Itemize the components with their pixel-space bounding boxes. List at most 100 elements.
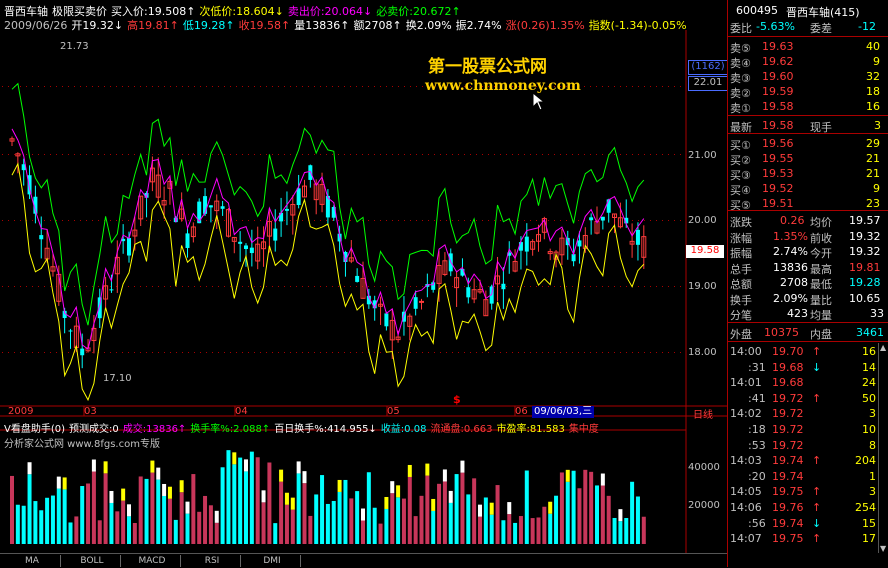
volume-bar xyxy=(559,472,564,544)
xianshou-value: 3 xyxy=(874,119,881,132)
latest-value: 19.58 xyxy=(762,119,794,132)
candle-body xyxy=(127,238,131,256)
volume-bar xyxy=(308,515,313,544)
volume-bar xyxy=(565,481,570,544)
stat-row: 总额 2708 最低 19.28 xyxy=(728,275,888,291)
down-arrow-icon: ↓ xyxy=(812,516,822,530)
volume-bar xyxy=(583,469,588,544)
tab-boll[interactable]: BOLL xyxy=(64,555,121,567)
indicator-item-2: 成交:13836↑ xyxy=(122,424,187,435)
ask-volume: 32 xyxy=(866,70,880,83)
volume-bar xyxy=(536,517,541,544)
ask-price: 19.58 xyxy=(762,100,794,113)
date-tick: 06 xyxy=(515,406,528,417)
volume-bar xyxy=(214,522,219,544)
volume-bar xyxy=(437,483,442,544)
volume-bar-cap xyxy=(302,471,307,484)
scroll-down-icon[interactable]: ▼ xyxy=(880,544,886,553)
tick-time: 14:05 xyxy=(730,485,762,499)
tick-volume: 8 xyxy=(869,438,876,452)
candle-body xyxy=(501,283,506,290)
ask-volume: 18 xyxy=(866,85,880,98)
weibi-label: 委比 xyxy=(730,22,752,35)
volume-bar xyxy=(62,489,67,544)
volume-bar-cap xyxy=(361,508,365,521)
volume-bar-cap xyxy=(618,509,623,522)
candle-body xyxy=(208,205,213,208)
weibi-value: -5.63% xyxy=(756,20,795,33)
volume-bar-cap xyxy=(121,488,126,501)
waipan-row: 外盘 10375 内盘 3461 xyxy=(728,325,888,341)
volume-bar xyxy=(279,481,284,544)
candle-body xyxy=(68,330,73,332)
ask-row: 卖② 19.59 18 xyxy=(728,84,888,100)
volume-bar xyxy=(115,511,120,544)
tab-dmi[interactable]: DMI xyxy=(244,555,301,567)
bid-price: 19.53 xyxy=(762,167,794,180)
volume-bar-cap xyxy=(284,492,289,505)
indicator-item-6: 流通盘:0.663 xyxy=(430,424,493,435)
candle-body xyxy=(39,235,44,240)
tick-volume: 24 xyxy=(862,376,876,390)
waipan-label: 外盘 xyxy=(730,328,752,341)
volume-bar xyxy=(635,496,640,544)
candle-body xyxy=(589,217,594,221)
volume-bar xyxy=(407,476,412,544)
ask-volume: 40 xyxy=(866,40,880,53)
chart-canvas[interactable] xyxy=(0,30,727,553)
up-arrow-icon: ↑ xyxy=(812,454,822,468)
volume-bar xyxy=(197,511,202,544)
bid-row: 买③ 19.53 21 xyxy=(728,166,888,182)
up-arrow-icon: ↑ xyxy=(812,501,822,514)
tick-price: 19.74 xyxy=(772,454,804,468)
tick-row: :18 19.72 10 xyxy=(728,422,888,437)
ask-label: 卖① xyxy=(730,102,751,115)
volume-bar xyxy=(144,478,149,544)
candle-body xyxy=(109,289,114,291)
volume-bar-cap xyxy=(179,480,184,493)
bid-price: 19.52 xyxy=(762,182,794,195)
mark-count-label: (1162) xyxy=(688,60,728,75)
volume-bar xyxy=(378,523,383,544)
candle-body xyxy=(384,313,389,327)
period-label[interactable]: 日线 xyxy=(693,406,713,421)
candle-body xyxy=(606,199,611,213)
volume-bar xyxy=(273,523,278,544)
volume-bar xyxy=(606,495,611,544)
tick-scrollbar[interactable]: ▲ ▼ xyxy=(878,343,888,553)
volume-bar xyxy=(595,485,599,544)
tick-row: 14:00 19.70 ↑ 16 xyxy=(728,344,888,359)
volume-bar xyxy=(314,494,319,544)
tick-row: 14:07 19.75 ↑ 17 xyxy=(728,531,888,546)
dollar-marker-icon: $ xyxy=(453,393,461,406)
volume-bar xyxy=(442,481,447,544)
indicator-tab-bar: MA BOLL MACD RSI DMI xyxy=(0,553,727,568)
volume-bar-cap xyxy=(442,469,447,482)
down-arrow-icon: ↓ xyxy=(812,360,822,374)
indicator-bar: V看盘助手(0) 预测成交:0 成交:13836↑ 换手率%:2.088↑ 百日换手%:… xyxy=(4,420,603,435)
stat-label: 分笔 xyxy=(730,309,752,322)
price-tick: 18.00 xyxy=(688,347,717,358)
volume-bar-cap xyxy=(565,469,570,482)
tick-volume: 16 xyxy=(862,345,876,358)
candle-body xyxy=(524,236,529,252)
tab-rsi[interactable]: RSI xyxy=(184,555,241,567)
scroll-up-icon[interactable]: ▲ xyxy=(880,343,886,352)
neipan-label: 内盘 xyxy=(810,328,832,341)
tick-row: :56 19.74 ↓ 15 xyxy=(728,516,888,531)
tick-price: 19.68 xyxy=(772,360,804,374)
tick-price: 19.68 xyxy=(772,376,804,390)
volume-bar xyxy=(290,509,295,544)
bid-volume: 21 xyxy=(866,152,880,165)
stat-value: 33 xyxy=(870,307,884,320)
tick-time: :53 xyxy=(748,438,766,452)
tab-macd[interactable]: MACD xyxy=(124,555,181,567)
volume-bar xyxy=(21,505,26,544)
tab-ma[interactable]: MA xyxy=(4,555,61,567)
volume-bar xyxy=(612,517,617,544)
volume-bar xyxy=(15,504,20,544)
tick-time: 14:06 xyxy=(730,501,762,514)
volume-bar xyxy=(448,502,453,544)
tick-volume: 50 xyxy=(862,391,876,405)
tick-price: 19.75 xyxy=(772,532,804,546)
